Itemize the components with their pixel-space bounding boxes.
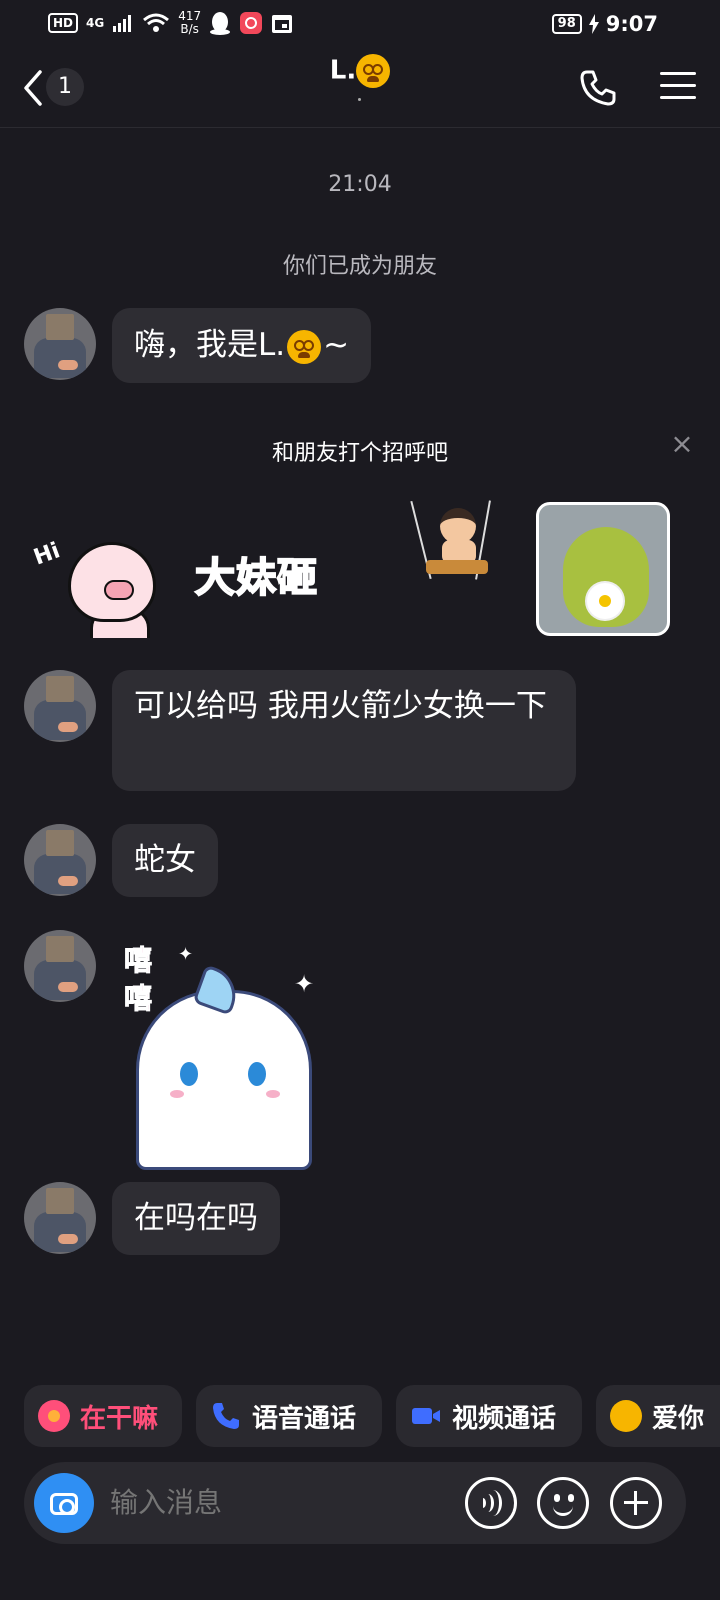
green-bear-photo-sticker[interactable] xyxy=(536,502,670,636)
dizzy-face-emoji-icon xyxy=(287,329,322,364)
signal-icon xyxy=(113,15,132,32)
contact-avatar[interactable] xyxy=(24,670,96,742)
message-text: 可以给吗 我用火箭少女换一下 xyxy=(134,688,547,724)
quick-action-label: 语音通话 xyxy=(252,1403,357,1434)
quick-action-love[interactable]: 爱你 xyxy=(596,1385,720,1447)
close-icon[interactable]: × xyxy=(670,430,694,458)
charging-icon xyxy=(588,14,599,34)
message-input-bar xyxy=(24,1462,686,1544)
chat-timestamp: 21:04 xyxy=(328,172,392,197)
message-bubble[interactable]: 可以给吗 我用火箭少女换一下 xyxy=(112,670,576,791)
message-text: 嗨，我是L. xyxy=(134,327,286,363)
contact-avatar[interactable] xyxy=(24,308,96,380)
sticker-hi-text: Hi xyxy=(30,538,64,571)
contact-name-text: L. xyxy=(329,55,357,86)
sticker-text: 嘻嘻 xyxy=(124,944,153,1016)
quick-action-label: 视频通话 xyxy=(452,1403,557,1434)
sparkle-icon: ✦ xyxy=(294,970,315,998)
contact-status-dot xyxy=(358,98,361,101)
dizzy-face-emoji-icon xyxy=(356,54,391,88)
qq-icon xyxy=(210,12,231,35)
quick-action-label: 爱你 xyxy=(652,1403,705,1434)
message-bubble[interactable]: 在吗在吗 xyxy=(112,1182,280,1255)
voice-call-icon[interactable] xyxy=(578,68,618,108)
status-right: 98 9:07 xyxy=(551,12,658,36)
greeting-prompt: 和朋友打个招呼吧 xyxy=(271,441,448,466)
message-bubble[interactable]: 蛇女 xyxy=(112,824,218,897)
message-input[interactable] xyxy=(110,1482,450,1524)
quick-action-label: 在干嘛 xyxy=(80,1403,159,1434)
message-suffix: ~ xyxy=(323,327,350,363)
voice-input-icon[interactable] xyxy=(465,1477,517,1529)
wifi-icon xyxy=(143,13,170,32)
contact-avatar[interactable] xyxy=(24,930,96,1002)
clock: 9:07 xyxy=(605,12,658,36)
status-left: HD 4G 417 B/s xyxy=(48,10,293,36)
contact-avatar[interactable] xyxy=(24,1182,96,1254)
message-text: 在吗在吗 xyxy=(134,1200,258,1236)
speed-unit: B/s xyxy=(180,22,199,36)
video-icon xyxy=(412,1408,440,1424)
quick-action-doing[interactable]: 在干嘛 xyxy=(24,1385,182,1447)
pig-hi-sticker[interactable]: Hi xyxy=(30,528,160,638)
emoji-icon[interactable] xyxy=(537,1477,589,1529)
quick-action-video-call[interactable]: 视频通话 xyxy=(396,1385,582,1447)
hd-badge: HD xyxy=(48,13,79,33)
status-bar: HD 4G 417 B/s 98 9:07 xyxy=(0,0,720,50)
camera-icon[interactable] xyxy=(34,1473,94,1533)
app-notification-icon xyxy=(240,12,263,34)
chat-header: 1 L. xyxy=(0,50,720,128)
phone-icon xyxy=(213,1403,239,1429)
network-type: 4G xyxy=(86,16,105,30)
network-speed: 417 B/s xyxy=(178,10,201,36)
message-bubble[interactable]: 嗨，我是L. ~ xyxy=(112,308,372,383)
message-text: 蛇女 xyxy=(134,842,196,878)
swing-boy-sticker[interactable] xyxy=(410,500,496,596)
unicorn-cat-sticker[interactable]: ✦ ✦ 嘻嘻 xyxy=(122,940,332,1172)
system-message: 你们已成为朋友 xyxy=(282,254,437,279)
love-emoji-icon xyxy=(610,1400,642,1432)
sparkle-icon: ✦ xyxy=(178,944,194,965)
battery-level: 98 xyxy=(551,14,582,34)
quick-action-voice-call[interactable]: 语音通话 xyxy=(196,1385,382,1447)
calendar-icon xyxy=(272,15,293,33)
plus-icon[interactable] xyxy=(610,1477,662,1529)
menu-icon[interactable] xyxy=(660,72,696,102)
doing-icon xyxy=(38,1400,70,1432)
contact-avatar[interactable] xyxy=(24,824,96,896)
text-sticker[interactable]: 大妹砸 xyxy=(194,545,318,603)
